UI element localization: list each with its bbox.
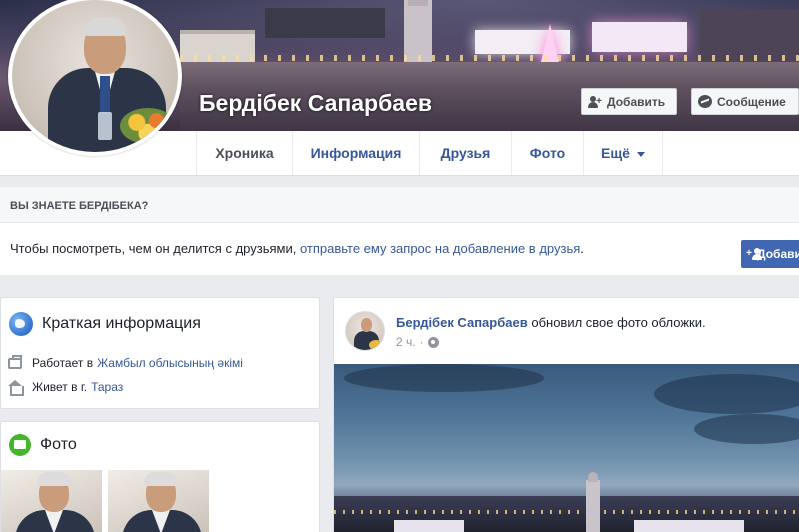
- globe-icon: [9, 312, 33, 336]
- meta-separator: ·: [419, 335, 424, 349]
- post-timestamp[interactable]: 2 ч.: [396, 335, 416, 349]
- work-link[interactable]: Жамбыл облысының әкімі: [97, 356, 243, 370]
- post-author-avatar[interactable]: [345, 311, 385, 351]
- post-author-link[interactable]: Бердібек Сапарбаев: [396, 315, 528, 330]
- add-friend-icon: +: [588, 95, 602, 109]
- home-link[interactable]: Тараз: [91, 380, 123, 394]
- tab-about[interactable]: Информация: [292, 131, 419, 175]
- photos-title: Фото: [40, 436, 77, 453]
- public-globe-icon[interactable]: [427, 336, 439, 348]
- tab-more[interactable]: Ещё: [583, 131, 663, 175]
- send-request-link[interactable]: отправьте ему запрос на добавление в дру…: [300, 241, 580, 256]
- prompt-body: Чтобы посмотреть, чем он делится с друзь…: [10, 241, 584, 256]
- add-friend-label: Добавить: [607, 94, 666, 109]
- prompt-header: ВЫ ЗНАЕТЕ БЕРДІБЕКА?: [0, 187, 799, 223]
- post-cover-image[interactable]: [334, 364, 799, 532]
- photo-thumbnail[interactable]: [108, 470, 209, 532]
- post-action: обновил свое фото обложки.: [531, 315, 706, 330]
- prompt-text: Чтобы посмотреть, чем он делится с друзь…: [10, 241, 297, 256]
- tab-friends[interactable]: Друзья: [419, 131, 511, 175]
- post-header: Бердібек Сапарбаев обновил свое фото обл…: [396, 315, 706, 330]
- add-friend-button[interactable]: + Добавить: [581, 88, 677, 115]
- house-icon: [8, 380, 24, 396]
- photo-tower: [586, 472, 600, 532]
- message-label: Сообщение: [717, 94, 786, 109]
- home-prefix: Живет в г.: [32, 380, 88, 394]
- friend-request-prompt: ВЫ ЗНАЕТЕ БЕРДІБЕКА? Чтобы посмотреть, ч…: [0, 187, 799, 275]
- intro-header: Краткая информация: [9, 312, 201, 336]
- photo-thumbnail[interactable]: [1, 470, 102, 532]
- tab-more-label: Ещё: [601, 145, 630, 161]
- intro-home-row: Живет в г. Тараз: [8, 380, 123, 396]
- photo-icon: [9, 434, 31, 456]
- avatar-glass: [98, 112, 112, 140]
- avatar-flowers: [120, 108, 176, 144]
- intro-title: Краткая информация: [42, 315, 201, 332]
- prompt-add-friend-label: Добавить: [757, 247, 799, 261]
- messenger-icon: [698, 94, 712, 109]
- photos-header[interactable]: Фото: [9, 434, 77, 456]
- tab-photos[interactable]: Фото: [511, 131, 583, 175]
- cover-building: [592, 22, 687, 52]
- intro-work-row: Работает в Жамбыл облысының әкімі: [8, 354, 243, 370]
- briefcase-icon: [8, 354, 22, 369]
- prompt-text-end: .: [580, 241, 584, 256]
- work-prefix: Работает в: [32, 356, 94, 370]
- photos-card: Фото: [0, 421, 320, 532]
- prompt-add-friend-button[interactable]: + Добавить: [741, 240, 799, 268]
- message-button[interactable]: Сообщение: [691, 88, 799, 115]
- tab-timeline[interactable]: Хроника: [196, 131, 292, 175]
- post-meta: 2 ч. ·: [396, 335, 439, 349]
- caret-down-icon: [636, 151, 645, 157]
